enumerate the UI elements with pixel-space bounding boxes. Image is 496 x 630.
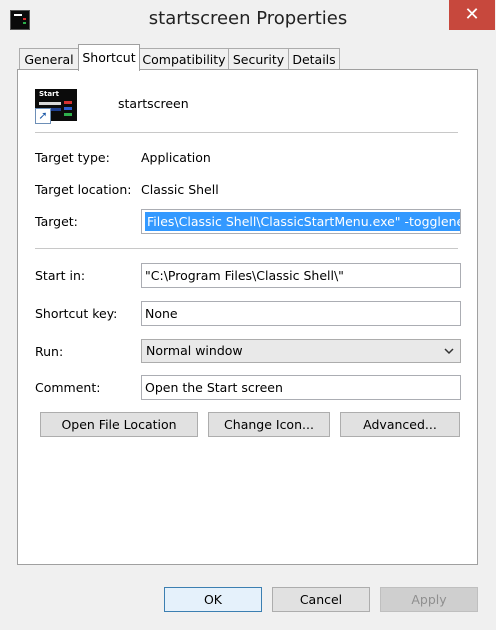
target-location-label: Target location:	[35, 182, 132, 197]
target-input[interactable]: Files\Classic Shell\ClassicStartMenu.exe…	[141, 209, 461, 234]
run-select[interactable]: Normal window	[141, 339, 461, 363]
run-label: Run:	[35, 344, 64, 359]
target-location-value: Classic Shell	[141, 182, 219, 197]
cancel-button[interactable]: Cancel	[272, 587, 370, 612]
start-in-label: Start in:	[35, 268, 86, 283]
target-label: Target:	[35, 214, 78, 229]
shortcut-arrow-icon: ➚	[35, 108, 51, 124]
divider	[35, 248, 458, 249]
tab-shortcut[interactable]: Shortcut	[78, 44, 140, 71]
divider	[35, 132, 458, 133]
comment-label: Comment:	[35, 380, 101, 395]
tab-security[interactable]: Security	[228, 48, 289, 69]
apply-button[interactable]: Apply	[380, 587, 478, 612]
close-button[interactable]: ✕	[449, 0, 495, 30]
target-selected-text: Files\Classic Shell\ClassicStartMenu.exe…	[145, 212, 460, 231]
chevron-down-icon	[444, 348, 454, 355]
tab-details[interactable]: Details	[288, 48, 340, 69]
tab-general[interactable]: General	[19, 48, 79, 69]
target-type-value: Application	[141, 150, 211, 165]
shortcut-name: startscreen	[118, 96, 189, 111]
tab-compatibility[interactable]: Compatibility	[139, 48, 229, 69]
start-in-input[interactable]: "C:\Program Files\Classic Shell\"	[141, 263, 461, 288]
window-title: startscreen Properties	[148, 8, 348, 29]
shortcut-key-label: Shortcut key:	[35, 306, 118, 321]
comment-input[interactable]: Open the Start screen	[141, 375, 461, 400]
run-selected-value: Normal window	[146, 343, 243, 358]
close-icon: ✕	[464, 4, 480, 25]
target-type-label: Target type:	[35, 150, 110, 165]
ok-button[interactable]: OK	[164, 587, 262, 612]
shortcut-key-input[interactable]: None	[141, 301, 461, 326]
change-icon-button[interactable]: Change Icon...	[208, 412, 330, 437]
advanced-button[interactable]: Advanced...	[340, 412, 460, 437]
open-file-location-button[interactable]: Open File Location	[40, 412, 198, 437]
